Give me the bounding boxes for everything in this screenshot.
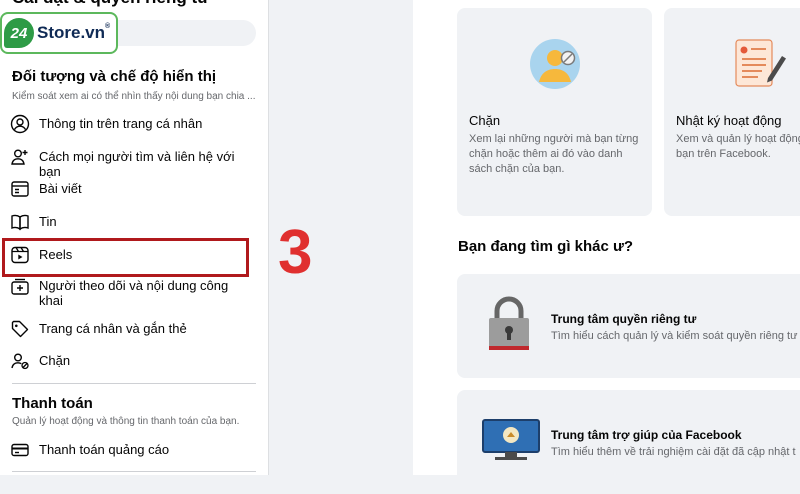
activity-log-illustration <box>732 36 790 92</box>
followers-icon <box>10 276 30 296</box>
blocked-person-illustration <box>529 38 581 90</box>
blocking-card[interactable]: Chặn Xem lại những người mà bạn từng chặ… <box>457 8 652 216</box>
logo-text: Store.vn® <box>37 23 111 42</box>
reels-highlight-box <box>2 238 249 277</box>
sidebar-item-profile-info[interactable]: Thông tin trên trang cá nhân <box>10 114 250 134</box>
sidebar-item-label: Chặn <box>39 353 71 368</box>
blocking-card-title: Chặn <box>469 113 501 128</box>
blocking-card-description: Xem lại những người mà bạn từng chặn hoặ… <box>469 133 639 175</box>
person-add-icon <box>10 147 30 167</box>
sidebar-item-label: Tin <box>39 214 57 229</box>
sidebar-item-label: Thông tin trên trang cá nhân <box>39 116 203 131</box>
help-center-description: Tìm hiểu thêm về trải nghiệm cài đặt đã … <box>551 446 796 458</box>
sidebar-item-blocking[interactable]: Chặn <box>10 351 250 371</box>
tag-icon <box>10 319 30 339</box>
logo-badge: 24 <box>4 18 34 48</box>
help-center-card[interactable] <box>457 390 800 494</box>
profile-circle-icon <box>10 114 30 134</box>
payments-heading: Thanh toán <box>12 395 93 412</box>
visibility-heading: Đối tượng và chế độ hiển thị <box>12 68 217 85</box>
activity-log-card[interactable]: Nhật ký hoạt động Xem và quản lý hoạt độ… <box>664 8 800 216</box>
privacy-center-card[interactable] <box>457 274 800 378</box>
sidebar-title: Cài đặt & quyền riêng tư <box>12 0 209 8</box>
sidebar-item-label: Trang cá nhân và gắn thẻ <box>39 321 187 336</box>
card-icon <box>10 440 30 460</box>
activity-log-card-description: Xem và quản lý hoạt động bạn trên Facebo… <box>676 133 800 160</box>
sidebar-item-label: Bài viết <box>39 181 82 196</box>
sidebar-item-label: Người theo dõi và nội dung công khai <box>39 278 229 308</box>
sidebar-item-profile-tagging[interactable]: Trang cá nhân và gắn thẻ <box>10 319 250 339</box>
sidebar-divider <box>12 383 256 384</box>
store-logo: 24 Store.vn® <box>0 12 118 54</box>
book-icon <box>10 212 30 232</box>
block-user-icon <box>10 351 30 371</box>
post-icon <box>10 179 30 199</box>
step-number: 3 <box>278 218 313 287</box>
activity-log-card-title: Nhật ký hoạt động <box>676 113 782 128</box>
sidebar-item-how-people-find-you[interactable]: Cách mọi người tìm và liên hệ với bạn <box>10 147 250 179</box>
monitor-illustration <box>481 418 541 462</box>
help-center-title: Trung tâm trợ giúp của Facebook <box>551 428 742 442</box>
sidebar-item-followers[interactable]: Người theo dõi và nội dung công khai <box>10 276 250 308</box>
privacy-center-description: Tìm hiểu cách quản lý và kiểm soát quyền… <box>551 330 798 342</box>
sidebar-divider <box>12 471 256 472</box>
sidebar-item-ad-payments[interactable]: Thanh toán quảng cáo <box>10 440 250 460</box>
sidebar-item-stories[interactable]: Tin <box>10 212 250 232</box>
sidebar-item-label: Thanh toán quảng cáo <box>39 442 170 457</box>
privacy-center-title: Trung tâm quyền riêng tư <box>551 312 697 326</box>
sidebar-item-label: Cách mọi người tìm và liên hệ với bạn <box>39 149 235 179</box>
payments-subtitle: Quản lý hoạt động và thông tin thanh toá… <box>12 416 240 427</box>
sidebar-item-posts[interactable]: Bài viết <box>10 179 250 199</box>
padlock-illustration <box>487 296 531 352</box>
looking-for-something-else-heading: Bạn đang tìm gì khác ư? <box>458 238 634 255</box>
visibility-subtitle: Kiểm soát xem ai có thể nhìn thấy nội du… <box>12 91 256 102</box>
